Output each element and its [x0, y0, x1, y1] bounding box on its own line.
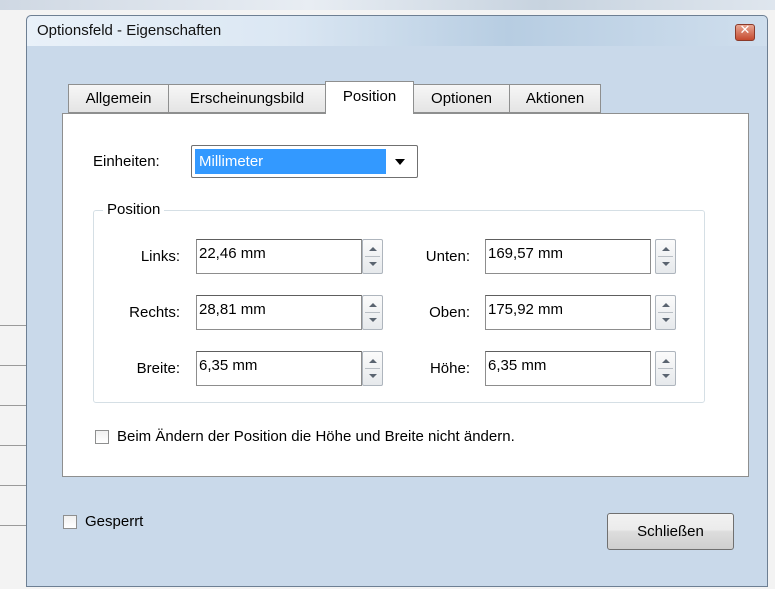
left-label: Links:: [140, 248, 180, 265]
spin-down-icon[interactable]: [369, 318, 377, 322]
spin-down-icon[interactable]: [662, 318, 670, 322]
tab-erscheinungsbild[interactable]: Erscheinungsbild: [168, 84, 326, 113]
title-bar[interactable]: Optionsfeld - Eigenschaften ✕: [27, 16, 767, 46]
background-window-strip: [0, 0, 775, 10]
height-label: Höhe:: [429, 360, 470, 377]
units-label: Einheiten:: [93, 153, 160, 170]
spin-up-icon[interactable]: [662, 303, 670, 307]
spin-down-icon[interactable]: [662, 262, 670, 266]
locked-checkbox[interactable]: [63, 515, 77, 529]
spin-up-icon[interactable]: [662, 359, 670, 363]
close-window-button[interactable]: ✕: [735, 23, 755, 41]
height-spinner[interactable]: [655, 351, 676, 386]
keep-size-checkbox[interactable]: [95, 430, 109, 444]
tab-optionen[interactable]: Optionen: [413, 84, 510, 113]
spin-down-icon[interactable]: [369, 374, 377, 378]
bottom-label: Unten:: [425, 248, 470, 265]
right-label: Rechts:: [129, 304, 180, 321]
spin-up-icon[interactable]: [369, 247, 377, 251]
top-label: Oben:: [429, 304, 470, 321]
spin-up-icon[interactable]: [369, 359, 377, 363]
width-label: Breite:: [136, 360, 180, 377]
tab-allgemein[interactable]: Allgemein: [68, 84, 169, 113]
spin-up-icon[interactable]: [369, 303, 377, 307]
locked-label[interactable]: Gesperrt: [85, 513, 143, 530]
left-input[interactable]: 22,46 mm: [196, 239, 362, 274]
position-group-legend: Position: [103, 201, 165, 218]
close-button[interactable]: Schließen: [607, 513, 734, 550]
bottom-spinner[interactable]: [655, 239, 676, 274]
tab-position[interactable]: Position: [325, 81, 414, 114]
right-spinner[interactable]: [362, 295, 383, 330]
units-select[interactable]: Millimeter: [191, 145, 418, 178]
dialog-title: Optionsfeld - Eigenschaften: [37, 22, 222, 39]
units-selected-value: Millimeter: [195, 149, 386, 174]
close-icon: ✕: [739, 23, 751, 38]
bottom-input[interactable]: 169,57 mm: [485, 239, 651, 274]
spin-up-icon[interactable]: [662, 247, 670, 251]
height-input[interactable]: 6,35 mm: [485, 351, 651, 386]
top-spinner[interactable]: [655, 295, 676, 330]
top-input[interactable]: 175,92 mm: [485, 295, 651, 330]
keep-size-label[interactable]: Beim Ändern der Position die Höhe und Br…: [117, 428, 515, 445]
spin-down-icon[interactable]: [369, 262, 377, 266]
width-spinner[interactable]: [362, 351, 383, 386]
width-input[interactable]: 6,35 mm: [196, 351, 362, 386]
chevron-down-icon: [395, 159, 405, 165]
right-input[interactable]: 28,81 mm: [196, 295, 362, 330]
spin-down-icon[interactable]: [662, 374, 670, 378]
tab-aktionen[interactable]: Aktionen: [509, 84, 601, 113]
left-spinner[interactable]: [362, 239, 383, 274]
